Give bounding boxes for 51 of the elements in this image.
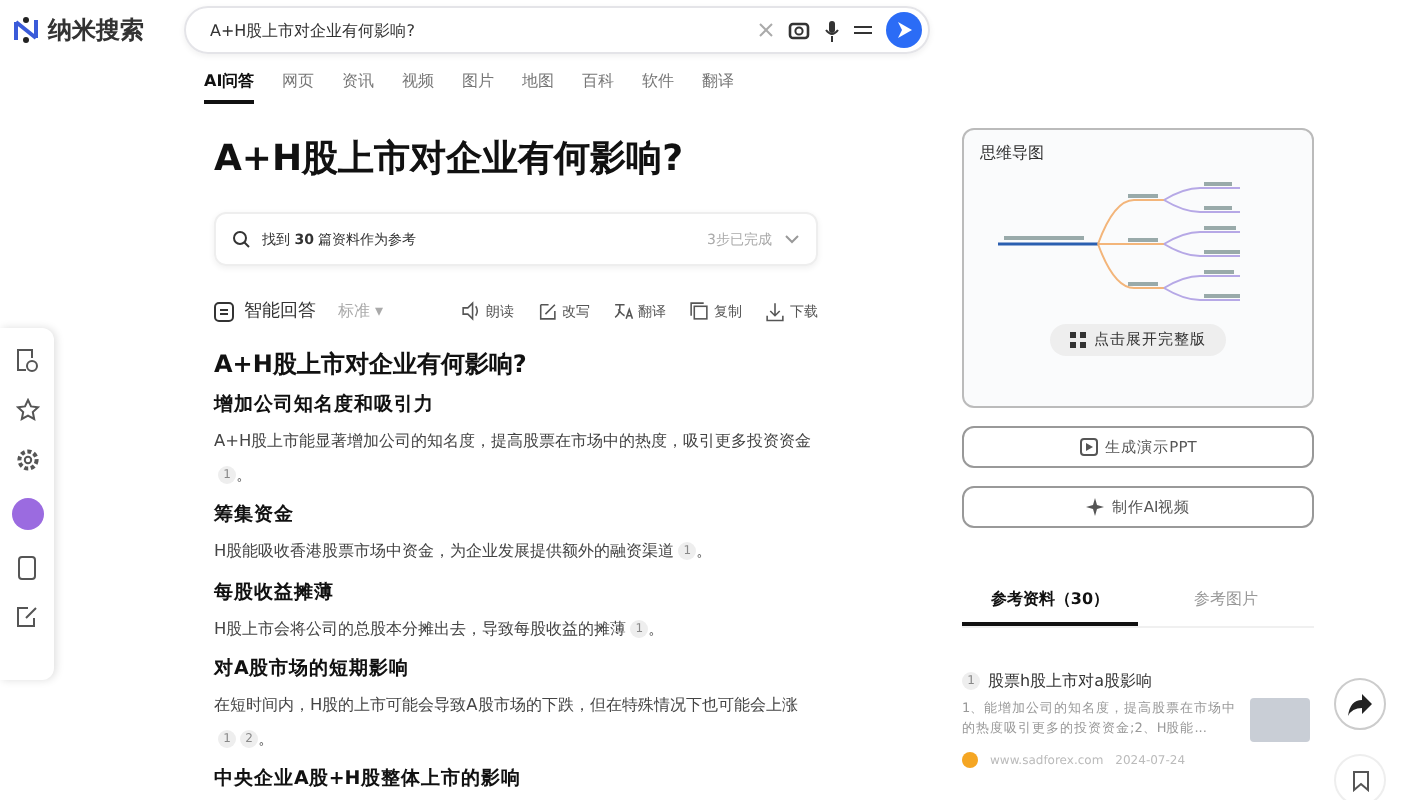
- settings-icon[interactable]: [15, 448, 39, 472]
- edit-icon: [536, 300, 558, 322]
- sparkle-icon: [1085, 498, 1104, 516]
- section-heading: 筹集资金: [214, 502, 296, 530]
- share-button[interactable]: [1334, 678, 1386, 730]
- camera-icon[interactable]: [788, 20, 810, 40]
- section-heading: 每股收益摊薄: [214, 579, 336, 607]
- answer-icon: [214, 301, 234, 321]
- nav-tab[interactable]: 图片: [462, 66, 495, 104]
- history-icon[interactable]: [16, 348, 38, 372]
- chevron-icon[interactable]: [784, 233, 800, 245]
- nav-tab[interactable]: 网页: [282, 66, 315, 104]
- microphone-icon[interactable]: [824, 19, 840, 41]
- reference-tab[interactable]: 参考资料（30）: [962, 580, 1138, 626]
- note-icon[interactable]: [16, 606, 38, 628]
- download-icon: [764, 300, 786, 322]
- search-field[interactable]: A+H股上市对企业有何影响?: [184, 6, 930, 54]
- nav-tab[interactable]: 翻译: [702, 66, 735, 104]
- star-icon[interactable]: [15, 398, 39, 422]
- avatar[interactable]: [11, 498, 43, 530]
- share-icon: [1348, 693, 1372, 715]
- filter-icon[interactable]: [854, 22, 872, 38]
- answer-heading: A+H股上市对企业有何影响?: [214, 348, 529, 380]
- translate-icon: [612, 300, 634, 322]
- nav-tab[interactable]: 资讯: [342, 66, 375, 104]
- search-input[interactable]: A+H股上市对企业有何影响?: [206, 19, 758, 41]
- submit-icon[interactable]: [886, 12, 922, 48]
- nav-tab[interactable]: 百科: [582, 66, 615, 104]
- section-heading: 中央企业A股+H股整体上市的影响: [214, 766, 523, 794]
- section-heading: 增加公司知名度和吸引力: [214, 392, 436, 420]
- logo-icon: [12, 16, 40, 44]
- nav-tab[interactable]: 软件: [642, 66, 675, 104]
- photo-placeholder: [1250, 698, 1310, 742]
- play-icon: [1079, 438, 1098, 456]
- copy-icon: [688, 300, 710, 322]
- section-heading: 对A股市场的短期影响: [214, 656, 411, 684]
- nav-tab[interactable]: 地图: [522, 66, 555, 104]
- answer-label: 智能回答: [244, 299, 316, 324]
- speaker-icon: [460, 300, 482, 322]
- reference-title[interactable]: 股票h股上市对a股影响: [988, 670, 1152, 692]
- bookmark-button[interactable]: [1334, 754, 1386, 800]
- grid-icon: [1070, 332, 1086, 348]
- nav-tab[interactable]: 视频: [402, 66, 435, 104]
- logo-text: 纳米搜索: [48, 13, 144, 47]
- page-title: A+H股上市对企业有何影响?: [214, 136, 686, 184]
- bookmark-icon: [1351, 769, 1369, 791]
- mind-map-title: 思维导图: [980, 142, 1044, 164]
- phone-icon[interactable]: [18, 556, 36, 580]
- nav-tab[interactable]: AI问答: [204, 66, 255, 104]
- search-icon: [232, 230, 250, 248]
- site-icon: [962, 752, 978, 768]
